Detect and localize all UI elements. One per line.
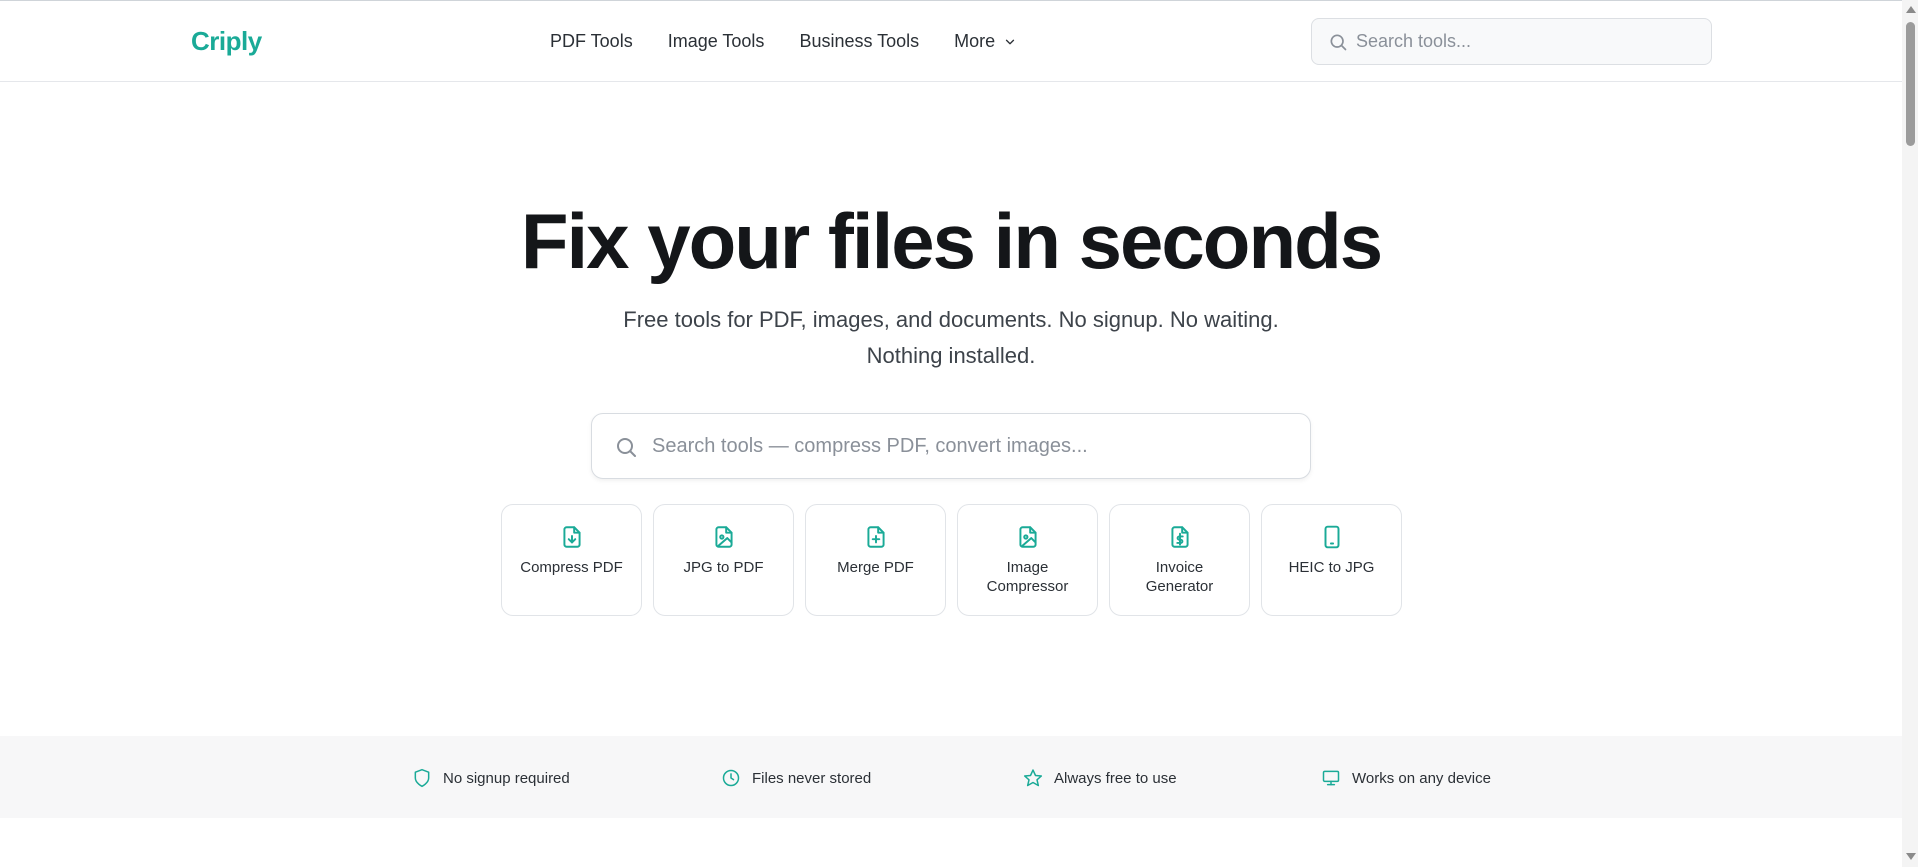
hero-subtitle-line: Nothing installed. <box>866 343 1036 368</box>
tool-label: JPG to PDF <box>683 559 764 576</box>
feature-label: Always free to use <box>1054 769 1177 787</box>
tool-card-heic-to-jpg[interactable]: HEIC to JPG <box>1261 504 1402 616</box>
tool-label: Image Compressor <box>986 559 1069 595</box>
feature-any-device: Works on any device <box>1321 768 1491 788</box>
tool-label: Invoice Generator <box>1145 559 1214 595</box>
tool-card-compress-pdf[interactable]: Compress PDF <box>501 504 642 616</box>
header-search-box <box>1311 18 1712 65</box>
hero-subtitle: Free tools for PDF, images, and document… <box>0 302 1902 374</box>
file-plus-icon <box>866 526 885 548</box>
tool-card-merge-pdf[interactable]: Merge PDF <box>805 504 946 616</box>
nav-image-tools[interactable]: Image Tools <box>668 31 765 52</box>
hero-search-input[interactable] <box>652 414 1292 478</box>
file-image-icon <box>1018 526 1037 548</box>
tool-card-invoice-generator[interactable]: Invoice Generator <box>1109 504 1250 616</box>
hero-search-box <box>591 413 1311 479</box>
monitor-icon <box>1322 770 1340 786</box>
feature-label: Works on any device <box>1352 769 1491 787</box>
star-icon <box>1023 769 1043 787</box>
scroll-up-arrow-icon[interactable] <box>1906 6 1916 13</box>
page-scrollbar[interactable] <box>1902 0 1918 867</box>
feature-label: No signup required <box>443 769 570 787</box>
header-search-input[interactable] <box>1356 19 1696 64</box>
feature-label: Files never stored <box>752 769 872 787</box>
tool-label: HEIC to JPG <box>1288 559 1375 576</box>
nav-label: More <box>954 31 996 51</box>
popular-tools: Compress PDF JPG to PDF Merge PDF Image … <box>501 504 1413 616</box>
nav-more-dropdown[interactable]: More <box>954 31 1017 52</box>
tool-label: Merge PDF <box>837 559 914 576</box>
shield-icon <box>414 768 430 788</box>
clock-icon <box>722 769 740 787</box>
nav-label: Business Tools <box>799 31 920 51</box>
file-download-icon <box>562 526 581 548</box>
tool-label: Compress PDF <box>520 559 623 576</box>
main-nav: PDF Tools Image Tools Business Tools Mor… <box>550 31 1052 52</box>
feature-always-free: Always free to use <box>1023 768 1177 788</box>
file-image-icon <box>714 526 733 548</box>
nav-pdf-tools[interactable]: PDF Tools <box>550 31 633 52</box>
features-strip: No signup required Files never stored Al… <box>0 736 1902 818</box>
nav-label: Image Tools <box>667 31 765 51</box>
hero-title: Fix your files in seconds <box>520 197 1383 285</box>
logo[interactable]: Criply <box>191 26 262 57</box>
chevron-down-icon <box>1006 39 1015 44</box>
search-icon <box>617 438 636 457</box>
nav-business-tools[interactable]: Business Tools <box>799 31 919 52</box>
scroll-thumb[interactable] <box>1906 22 1915 146</box>
search-icon <box>1330 34 1347 51</box>
feature-files-never-stored: Files never stored <box>721 768 871 788</box>
tool-card-jpg-to-pdf[interactable]: JPG to PDF <box>653 504 794 616</box>
file-dollar-icon <box>1170 526 1189 548</box>
scroll-down-arrow-icon[interactable] <box>1906 853 1916 860</box>
tool-card-image-compressor[interactable]: Image Compressor <box>957 504 1098 616</box>
site-header: Criply PDF Tools Image Tools Business To… <box>0 1 1902 82</box>
feature-no-signup: No signup required <box>412 768 570 788</box>
smartphone-icon <box>1324 525 1339 549</box>
hero-subtitle-line: Free tools for PDF, images, and document… <box>623 307 1279 332</box>
nav-label: PDF Tools <box>550 31 633 51</box>
